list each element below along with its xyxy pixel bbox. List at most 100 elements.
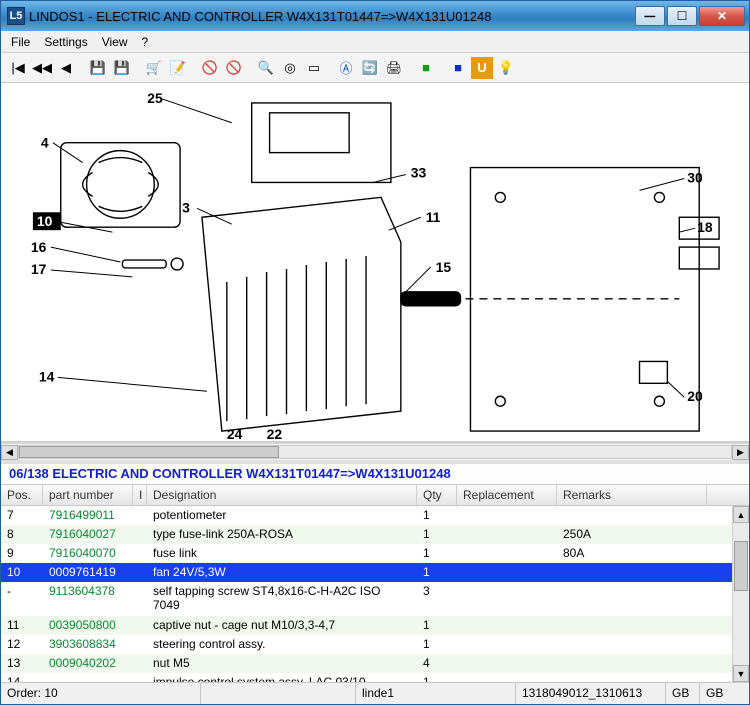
nav-rewind-button[interactable]: ◀◀ bbox=[31, 57, 53, 79]
callout-30: 30 bbox=[687, 169, 703, 185]
menu-file[interactable]: File bbox=[11, 35, 30, 49]
cell-remarks bbox=[557, 654, 707, 673]
print-button[interactable]: 🖨 bbox=[383, 57, 405, 79]
menubar: File Settings View ? bbox=[1, 31, 749, 53]
status-lang-1: GB bbox=[666, 683, 700, 704]
cell-qty: 1 bbox=[417, 673, 457, 682]
lamp-button[interactable]: 💡 bbox=[495, 57, 517, 79]
status-empty bbox=[201, 683, 356, 704]
callout-11: 11 bbox=[426, 209, 441, 225]
cell-remarks bbox=[557, 673, 707, 682]
cell-qty: 1 bbox=[417, 544, 457, 563]
callout-24: 24 bbox=[227, 426, 243, 441]
close-button[interactable] bbox=[699, 6, 745, 26]
menu-settings[interactable]: Settings bbox=[44, 35, 87, 49]
table-row[interactable]: 87916040027type fuse-link 250A-ROSA1250A bbox=[1, 525, 749, 544]
exploded-diagram: 25 4 10 3 16 17 11 15 33 14 24 22 30 18 … bbox=[1, 83, 749, 441]
nav-first-button[interactable]: |◀ bbox=[7, 57, 29, 79]
scroll-left-arrow[interactable]: ◀ bbox=[1, 445, 18, 460]
refresh-button[interactable]: 🔄 bbox=[359, 57, 381, 79]
col-rem[interactable]: Remarks bbox=[557, 485, 707, 505]
cell-qty: 4 bbox=[417, 654, 457, 673]
cart-button[interactable]: 🛒 bbox=[143, 57, 165, 79]
filter-off-1-button[interactable]: 🚫 bbox=[199, 57, 221, 79]
col-repl[interactable]: Replacement bbox=[457, 485, 557, 505]
u-box-button[interactable]: U bbox=[471, 57, 493, 79]
scroll-down-arrow[interactable]: ▼ bbox=[733, 665, 749, 682]
status-order: Order: 10 bbox=[1, 683, 201, 704]
titlebar: L5 LINDOS1 - ELECTRIC AND CONTROLLER W4X… bbox=[1, 1, 749, 31]
callout-14: 14 bbox=[39, 368, 55, 384]
save-1-button[interactable]: 💾 bbox=[87, 57, 109, 79]
col-qty[interactable]: Qty bbox=[417, 485, 457, 505]
grid-header-row: Pos. part number I Designation Qty Repla… bbox=[1, 484, 749, 506]
cell-pos: 11 bbox=[1, 616, 43, 635]
cell-replacement bbox=[457, 525, 557, 544]
diagram-viewport[interactable]: 25 4 10 3 16 17 11 15 33 14 24 22 30 18 … bbox=[1, 83, 749, 443]
table-row[interactable]: 110039050800captive nut - cage nut M10/3… bbox=[1, 616, 749, 635]
minimize-button[interactable] bbox=[635, 6, 665, 26]
table-row[interactable]: -9113604378self tapping screw ST4,8x16-C… bbox=[1, 582, 749, 616]
nav-prev-button[interactable]: ◀ bbox=[55, 57, 77, 79]
maximize-button[interactable] bbox=[667, 6, 697, 26]
cell-qty: 1 bbox=[417, 616, 457, 635]
table-row[interactable]: 14 impulse control system assy. LAC 03/10… bbox=[1, 673, 749, 682]
cell-remarks: 80A bbox=[557, 544, 707, 563]
viewport-horizontal-scrollbar[interactable]: ◀ ▶ bbox=[1, 443, 749, 460]
callout-18: 18 bbox=[697, 219, 713, 235]
green-square-button[interactable]: ■ bbox=[415, 57, 437, 79]
target-button[interactable]: ◎ bbox=[279, 57, 301, 79]
scroll-up-arrow[interactable]: ▲ bbox=[733, 506, 749, 523]
cell-remarks bbox=[557, 582, 707, 616]
cell-replacement bbox=[457, 654, 557, 673]
callout-25: 25 bbox=[147, 90, 163, 106]
grid-body[interactable]: 77916499011potentiometer187916040027 type… bbox=[1, 506, 749, 682]
statusbar: Order: 10 linde1 1318049012_1310613 GB G… bbox=[1, 682, 749, 704]
blue-square-button[interactable]: ■ bbox=[447, 57, 469, 79]
cell-designation: potentiometer bbox=[147, 506, 417, 525]
save-2-button[interactable]: 💾 bbox=[111, 57, 133, 79]
col-pn[interactable]: part number bbox=[43, 485, 133, 505]
table-row[interactable]: 130009040202nut M54 bbox=[1, 654, 749, 673]
cell-replacement bbox=[457, 616, 557, 635]
toolbar: |◀ ◀◀ ◀ 💾 💾 🛒 📝 🚫 🚫 🔍 ◎ ▭ Ⓐ 🔄 🖨 ■ ■ U 💡 bbox=[1, 53, 749, 83]
callout-16: 16 bbox=[31, 239, 47, 255]
table-row[interactable]: 77916499011potentiometer1 bbox=[1, 506, 749, 525]
cell-pos: 12 bbox=[1, 635, 43, 654]
cell-designation: steering control assy. bbox=[147, 635, 417, 654]
menu-help[interactable]: ? bbox=[142, 35, 149, 49]
menu-view[interactable]: View bbox=[102, 35, 128, 49]
zoom-button[interactable]: 🔍 bbox=[255, 57, 277, 79]
cell-qty: 1 bbox=[417, 563, 457, 582]
note-button[interactable]: 📝 bbox=[167, 57, 189, 79]
cell-designation: impulse control system assy. LAC 03/10 bbox=[147, 673, 417, 682]
col-pos[interactable]: Pos. bbox=[1, 485, 43, 505]
window-title: LINDOS1 - ELECTRIC AND CONTROLLER W4X131… bbox=[29, 9, 635, 24]
col-des[interactable]: Designation bbox=[147, 485, 417, 505]
parts-grid: Pos. part number I Designation Qty Repla… bbox=[1, 484, 749, 682]
filter-off-2-button[interactable]: 🚫 bbox=[223, 57, 245, 79]
cell-remarks: 250A bbox=[557, 525, 707, 544]
cell-pos: - bbox=[1, 582, 43, 616]
col-i[interactable]: I bbox=[133, 485, 147, 505]
page-fit-button[interactable]: ▭ bbox=[303, 57, 325, 79]
cell-pos: 14 bbox=[1, 673, 43, 682]
cell-part-number: 7916040027 bbox=[43, 525, 133, 544]
table-row[interactable]: 123903608834steering control assy.1 bbox=[1, 635, 749, 654]
scroll-right-arrow[interactable]: ▶ bbox=[732, 445, 749, 460]
cell-designation: type fuse-link 250A-ROSA bbox=[147, 525, 417, 544]
cell-pos: 8 bbox=[1, 525, 43, 544]
status-lang-2: GB bbox=[700, 683, 734, 704]
app-icon: L5 bbox=[7, 7, 25, 25]
tag-a-button[interactable]: Ⓐ bbox=[335, 57, 357, 79]
cell-part-number: 9113604378 bbox=[43, 582, 133, 616]
callout-22: 22 bbox=[267, 426, 283, 441]
grid-vertical-scrollbar[interactable]: ▲ ▼ bbox=[732, 506, 749, 682]
table-row[interactable]: 97916040070fuse link180A bbox=[1, 544, 749, 563]
table-row[interactable]: 100009761419fan 24V/5,3W1 bbox=[1, 563, 749, 582]
callout-15: 15 bbox=[436, 259, 452, 275]
cell-designation: nut M5 bbox=[147, 654, 417, 673]
cell-remarks bbox=[557, 616, 707, 635]
cell-qty: 3 bbox=[417, 582, 457, 616]
cell-replacement bbox=[457, 582, 557, 616]
